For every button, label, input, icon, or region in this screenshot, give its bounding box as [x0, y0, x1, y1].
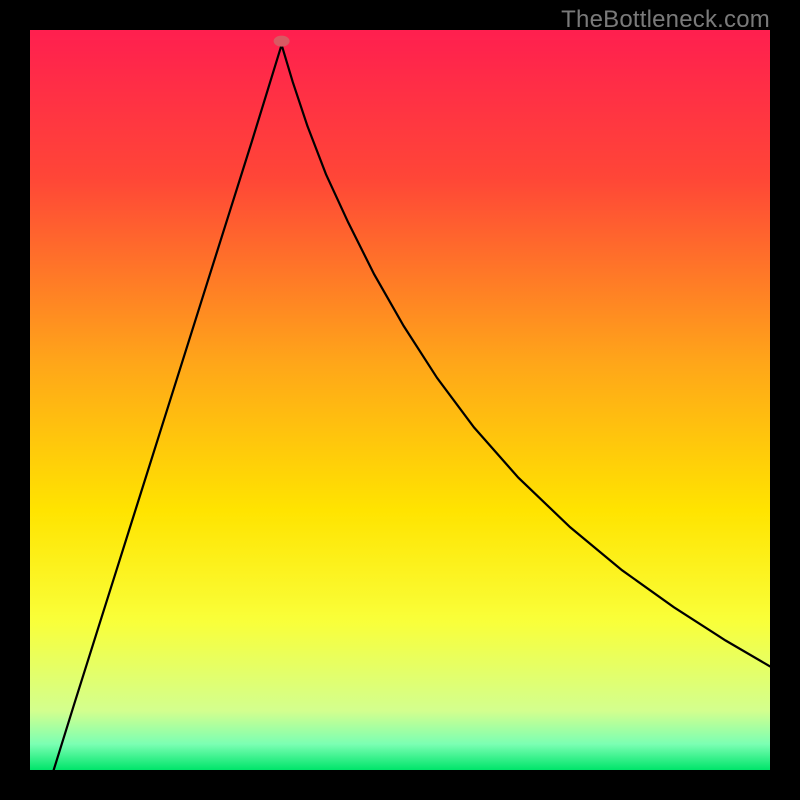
- gradient-background: [30, 30, 770, 770]
- chart-plot-area: [30, 30, 770, 770]
- chart-frame: TheBottleneck.com: [0, 0, 800, 800]
- chart-svg: [30, 30, 770, 770]
- marker-dot: [274, 36, 290, 47]
